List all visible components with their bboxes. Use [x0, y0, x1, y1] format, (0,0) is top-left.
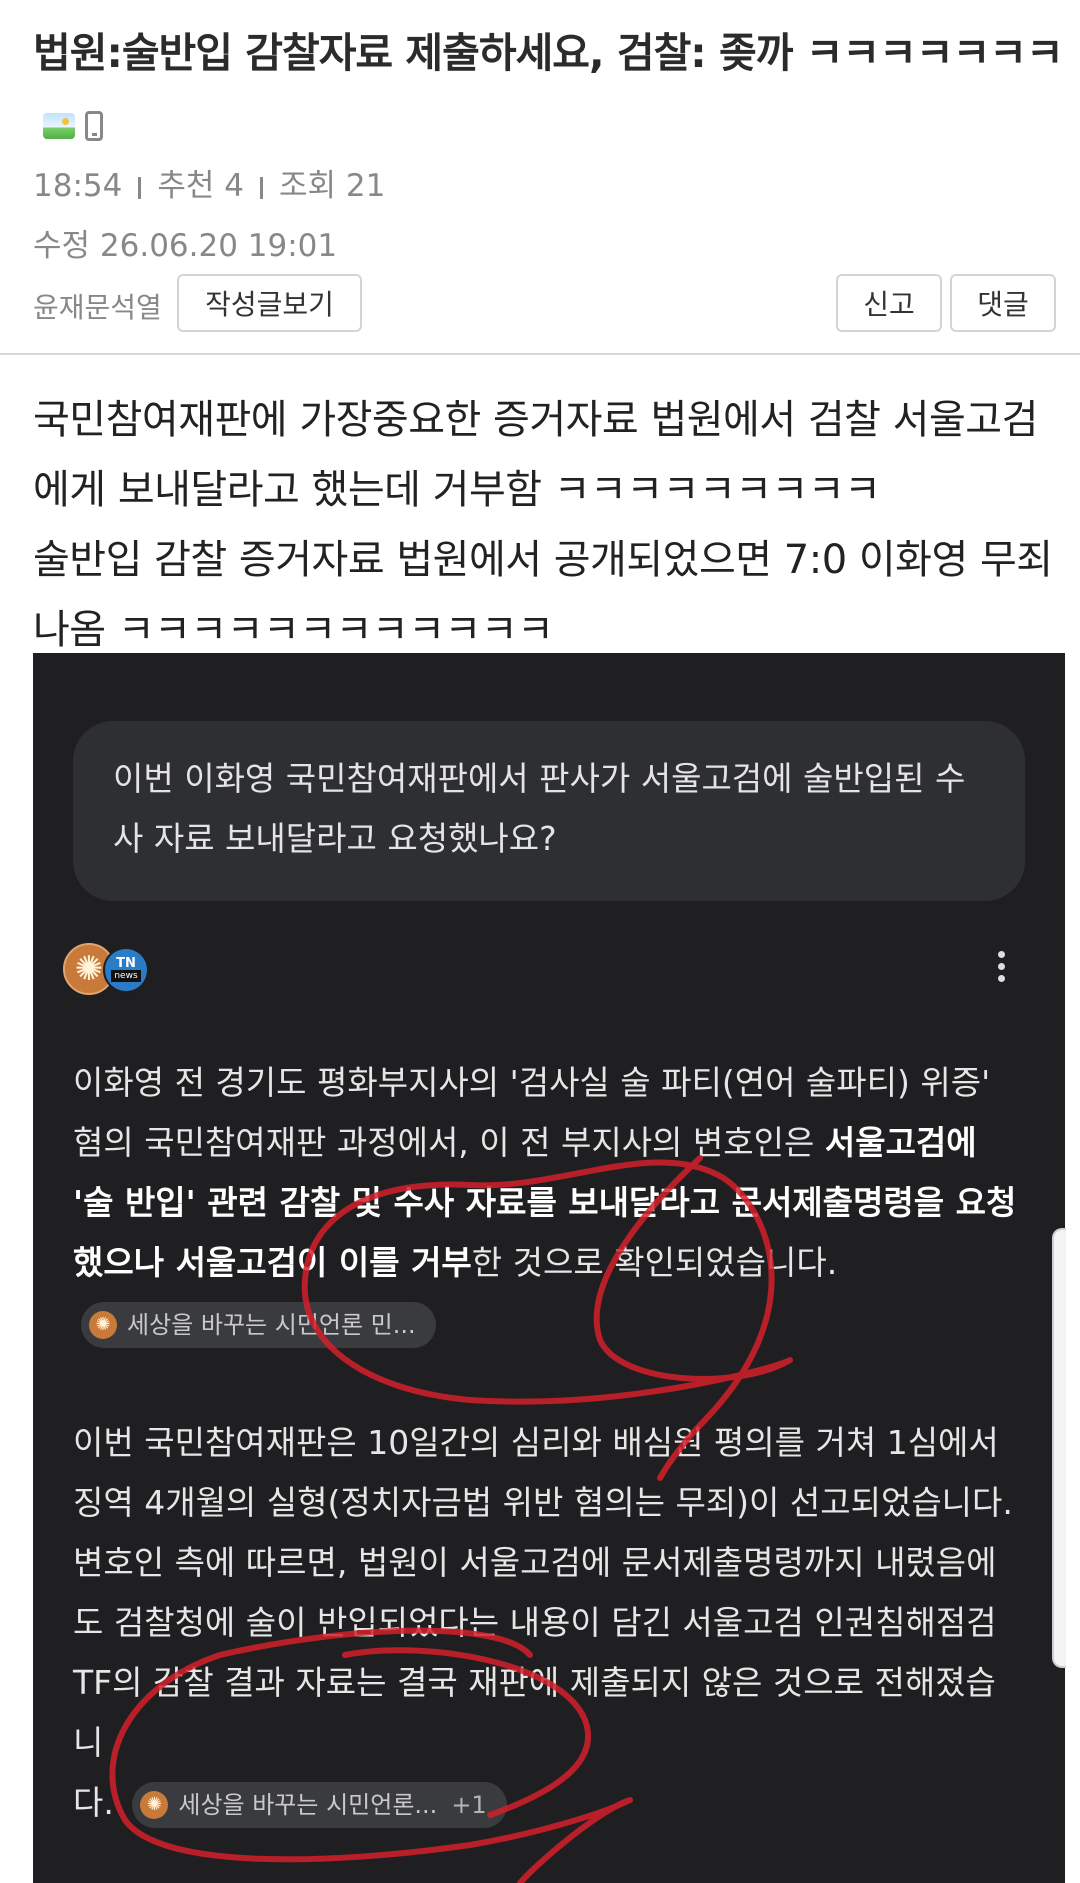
embedded-screenshot: 이번 이화영 국민참여재판에서 판사가 서울고검에 술반입된 수사 자료 보내달…: [33, 653, 1065, 1883]
answer-paragraph: 이화영 전 경기도 평화부지사의 '검사실 술 파티(연어 술파티) 위증' 혐…: [73, 1053, 1023, 1353]
comment-button[interactable]: 댓글: [950, 274, 1056, 332]
source-chip[interactable]: ✺ 세상을 바꾸는 시민언론... +1: [132, 1781, 507, 1828]
view-count: 조회 21: [278, 168, 386, 204]
query-bubble: 이번 이화영 국민참여재판에서 판사가 서울고검에 술반입된 수사 자료 보내달…: [73, 721, 1025, 901]
image-icon: [43, 112, 75, 139]
edited-timestamp: 수정 26.06.20 19:01: [33, 228, 338, 264]
news-logo-sub: news: [111, 970, 141, 982]
answer-paragraph: 이번 국민참여재판은 10일간의 심리와 배심원 평의를 거쳐 1심에서 징역 …: [73, 1413, 1023, 1833]
sun-logo-icon: ✺: [140, 1790, 169, 1819]
post-body: 국민참여재판에 가장중요한 증거자료 법원에서 검찰 서울고검에게 보내달라고 …: [33, 385, 1063, 665]
recommend-count: 추천 4: [157, 168, 244, 204]
sun-logo-icon: ✺: [89, 1310, 117, 1339]
author-name[interactable]: 윤재문석열: [33, 286, 162, 326]
view-posts-button[interactable]: 작성글보기: [177, 274, 362, 332]
mobile-icon: [85, 110, 103, 141]
source-chip[interactable]: ✺ 세상을 바꾸는 시민언론 민...: [81, 1301, 436, 1348]
answer-partial: 해당 내용에 대한 자세한 이유 또는 어떤 관련 자료는 다: [73, 1871, 1023, 1883]
post-time: 18:54: [33, 168, 123, 204]
post-title: 법원:술반입 감찰자료 제출하세요, 검찰: 좆까 ㅋㅋㅋㅋㅋㅋㅋ: [33, 20, 1064, 157]
meta-divider: [138, 176, 142, 199]
answer-text: 이번 국민참여재판은 10일간의 심리와 배심원 평의를 거쳐 1심에서 징역 …: [73, 1423, 1013, 1762]
post-header: 법원:술반입 감찰자료 제출하세요, 검찰: 좆까 ㅋㅋㅋㅋㅋㅋㅋ 18:54 추…: [0, 0, 1080, 355]
scroll-handle[interactable]: [1052, 1228, 1066, 1668]
title-icons: [43, 90, 103, 157]
meta-divider: [259, 176, 263, 199]
report-button[interactable]: 신고: [836, 274, 942, 332]
source-chip-more: +1: [451, 1790, 487, 1819]
news-logo-text: TN: [116, 956, 136, 971]
source-chip-label: 세상을 바꾸는 시민언론 민...: [127, 1310, 416, 1339]
post-meta: 18:54 추천 4 조회 21: [33, 160, 385, 205]
news-logo-icon: TN news: [103, 947, 149, 993]
post-body-line: 술반입 감찰 증거자료 법원에서 공개되었으면 7:0 이화영 무죄나옴 ㅋㅋㅋ…: [33, 537, 1053, 653]
post-title-text: 법원:술반입 감찰자료 제출하세요, 검찰: 좆까 ㅋㅋㅋㅋㅋㅋㅋ: [33, 29, 1064, 77]
source-chip-label: 세상을 바꾸는 시민언론...: [178, 1790, 438, 1819]
post-body-line: 국민참여재판에 가장중요한 증거자료 법원에서 검찰 서울고검에게 보내달라고 …: [33, 397, 1038, 513]
answer-text: 다.: [73, 1783, 114, 1822]
more-options-icon[interactable]: [995, 951, 1007, 991]
answer-text: 한 것으로 확인되었습니다.: [471, 1243, 838, 1282]
source-logos: ✺ TN news: [63, 943, 153, 997]
